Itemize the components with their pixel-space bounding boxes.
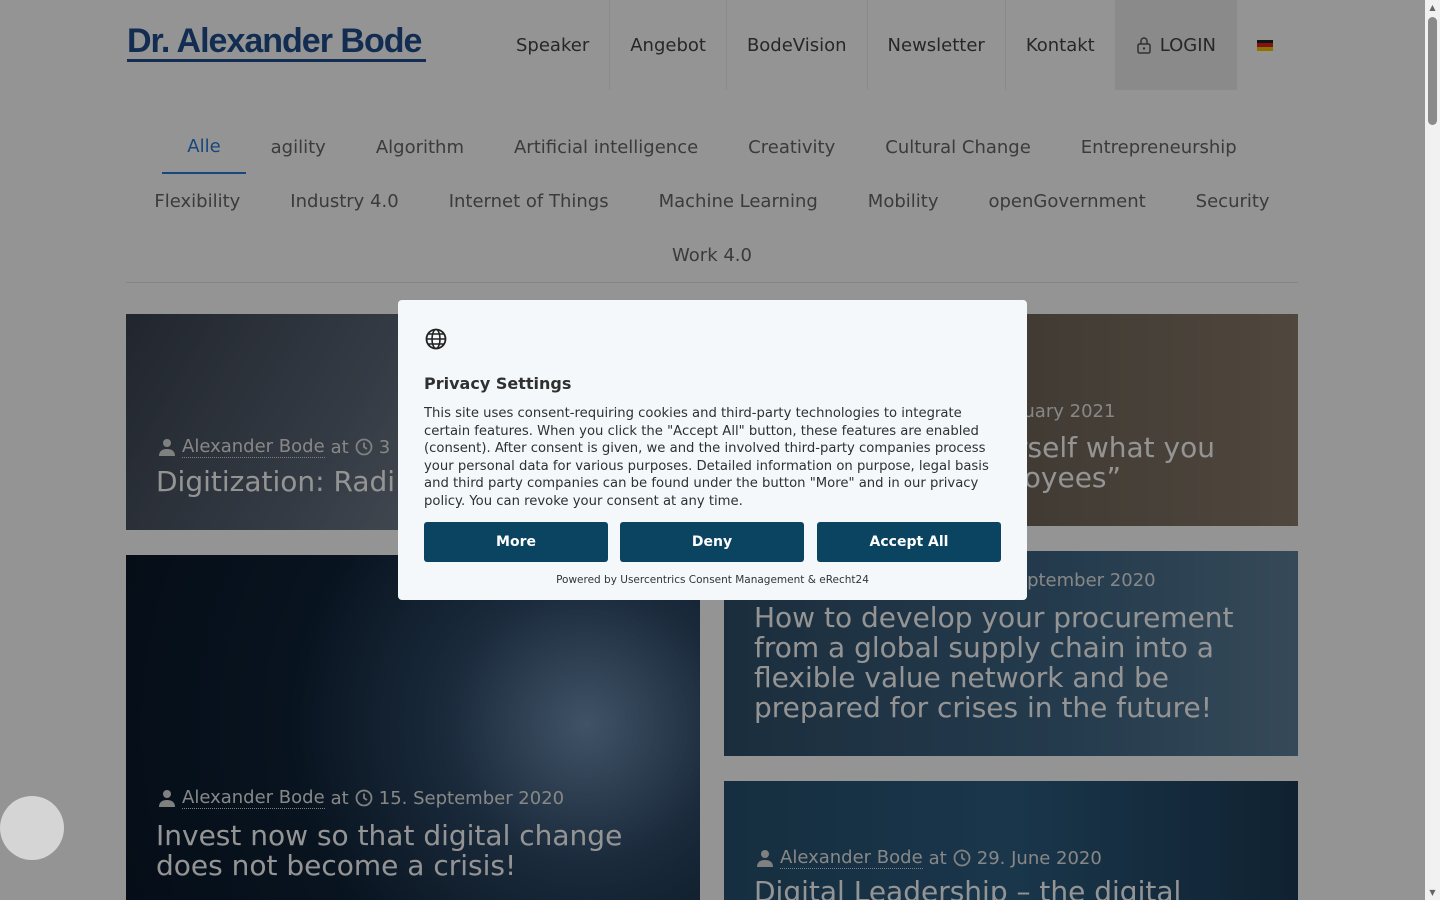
scrollbar[interactable]: ▲ ▼ <box>1425 0 1440 900</box>
scroll-down-arrow-icon[interactable]: ▼ <box>1425 885 1440 900</box>
scroll-up-arrow-icon[interactable]: ▲ <box>1425 0 1440 15</box>
scroll-thumb[interactable] <box>1428 17 1437 125</box>
privacy-settings-button[interactable] <box>0 796 64 860</box>
more-button[interactable]: More <box>424 522 608 562</box>
privacy-dialog-title: Privacy Settings <box>424 374 572 393</box>
accept-all-button[interactable]: Accept All <box>817 522 1001 562</box>
deny-button[interactable]: Deny <box>620 522 804 562</box>
privacy-dialog-text: This site uses consent-requiring cookies… <box>424 406 989 509</box>
powered-by-text: Powered by Usercentrics Consent Manageme… <box>556 574 869 586</box>
globe-icon[interactable] <box>424 327 448 351</box>
